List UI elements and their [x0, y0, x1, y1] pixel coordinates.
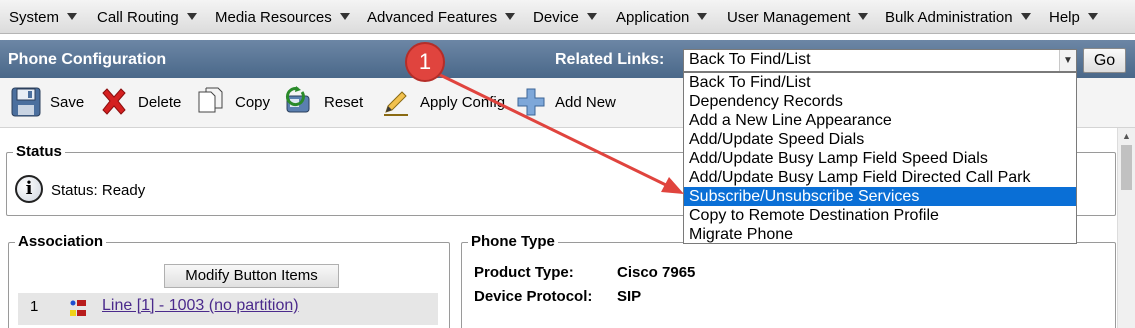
reset-icon: [285, 86, 310, 113]
row-number: 1: [30, 298, 39, 315]
apply-config-button[interactable]: Apply Config: [380, 86, 505, 118]
chevron-down-icon: [858, 12, 869, 20]
plus-icon: [517, 88, 545, 116]
callout-badge: 1: [405, 42, 445, 82]
dropdown-option-subscribe-services[interactable]: Subscribe/Unsubscribe Services: [684, 187, 1076, 206]
chevron-down-icon[interactable]: ▼: [1059, 50, 1076, 71]
line-status-icon: [70, 300, 86, 316]
modify-button-items-button[interactable]: Modify Button Items: [164, 264, 339, 288]
related-links-select[interactable]: Back To Find/List ▼: [683, 49, 1077, 72]
apply-config-label: Apply Config: [420, 93, 506, 111]
save-button[interactable]: Save: [10, 86, 84, 118]
product-type-label: Product Type:: [474, 264, 574, 281]
dropdown-option-blf-speed-dials[interactable]: Add/Update Busy Lamp Field Speed Dials: [684, 149, 1076, 168]
save-icon: [11, 87, 41, 117]
dropdown-option-copy-remote-destination[interactable]: Copy to Remote Destination Profile: [684, 206, 1076, 225]
association-legend: Association: [15, 233, 107, 250]
delete-button[interactable]: Delete: [98, 86, 181, 118]
menu-bulk-administration-label: Bulk Administration: [885, 9, 1013, 26]
related-links-dropdown: Back To Find/List Dependency Records Add…: [683, 72, 1077, 244]
go-button[interactable]: Go: [1083, 48, 1126, 73]
scroll-up-icon[interactable]: ▲: [1118, 128, 1135, 144]
chevron-down-icon: [1020, 12, 1031, 20]
menu-application-label: Application: [616, 9, 690, 26]
delete-label: Delete: [138, 93, 182, 111]
copy-label: Copy: [235, 93, 271, 111]
menu-help[interactable]: Help: [1049, 9, 1098, 26]
device-protocol-label: Device Protocol:: [474, 288, 593, 305]
menu-bulk-administration[interactable]: Bulk Administration: [885, 9, 1031, 26]
dropdown-option-back-to-find-list[interactable]: Back To Find/List: [684, 73, 1076, 92]
scroll-thumb[interactable]: [1121, 145, 1132, 190]
pencil-icon: [384, 91, 408, 116]
menu-media-resources-label: Media Resources: [215, 9, 332, 26]
menu-user-management[interactable]: User Management: [727, 9, 869, 26]
chevron-down-icon: [186, 12, 197, 20]
save-label: Save: [50, 93, 85, 111]
status-legend: Status: [13, 143, 65, 160]
status-text: Status: Ready: [51, 182, 146, 199]
dropdown-option-blf-call-park[interactable]: Add/Update Busy Lamp Field Directed Call…: [684, 168, 1076, 187]
phone-type-section: Phone Type: [461, 233, 1116, 328]
menu-media-resources[interactable]: Media Resources: [215, 9, 350, 26]
menu-advanced-features-label: Advanced Features: [367, 9, 498, 26]
copy-button[interactable]: Copy: [195, 86, 270, 118]
chevron-down-icon: [1087, 12, 1098, 20]
page-scrollbar[interactable]: ▲: [1117, 128, 1135, 328]
phone-type-legend: Phone Type: [468, 233, 558, 250]
line-link[interactable]: Line [1] - 1003 (no partition): [102, 297, 299, 315]
info-icon: i: [15, 175, 43, 203]
dropdown-option-speed-dials[interactable]: Add/Update Speed Dials: [684, 130, 1076, 149]
menu-system-label: System: [9, 9, 60, 26]
add-new-button[interactable]: Add New: [515, 86, 616, 118]
copy-icon: [198, 87, 223, 113]
page-title: Phone Configuration: [8, 51, 167, 68]
menu-call-routing[interactable]: Call Routing: [97, 9, 197, 26]
menu-system[interactable]: System: [9, 9, 78, 26]
menu-advanced-features[interactable]: Advanced Features: [367, 9, 516, 26]
related-links-label: Related Links:: [555, 51, 665, 68]
menu-help-label: Help: [1049, 9, 1080, 26]
chevron-down-icon: [67, 12, 78, 20]
chevron-down-icon: [505, 12, 516, 20]
reset-label: Reset: [324, 93, 364, 111]
dropdown-option-add-line-appearance[interactable]: Add a New Line Appearance: [684, 111, 1076, 130]
menu-application[interactable]: Application: [616, 9, 708, 26]
chevron-down-icon: [586, 12, 597, 20]
menu-user-management-label: User Management: [727, 9, 851, 26]
device-protocol-value: SIP: [617, 288, 642, 305]
table-row: 1 Line [1] - 1003 (no partition): [18, 293, 438, 325]
dropdown-option-dependency-records[interactable]: Dependency Records: [684, 92, 1076, 111]
add-new-label: Add New: [555, 93, 616, 111]
chevron-down-icon: [697, 12, 708, 20]
product-type-value: Cisco 7965: [617, 264, 696, 281]
dropdown-option-migrate-phone[interactable]: Migrate Phone: [684, 225, 1076, 244]
reset-button[interactable]: Reset: [284, 86, 363, 118]
delete-icon: [102, 88, 126, 115]
menu-device-label: Device: [533, 9, 579, 26]
top-menu-bar: System Call Routing Media Resources Adva…: [0, 0, 1135, 34]
related-links-value: Back To Find/List: [689, 51, 811, 68]
menu-call-routing-label: Call Routing: [97, 9, 179, 26]
chevron-down-icon: [339, 12, 350, 20]
menu-device[interactable]: Device: [533, 9, 597, 26]
